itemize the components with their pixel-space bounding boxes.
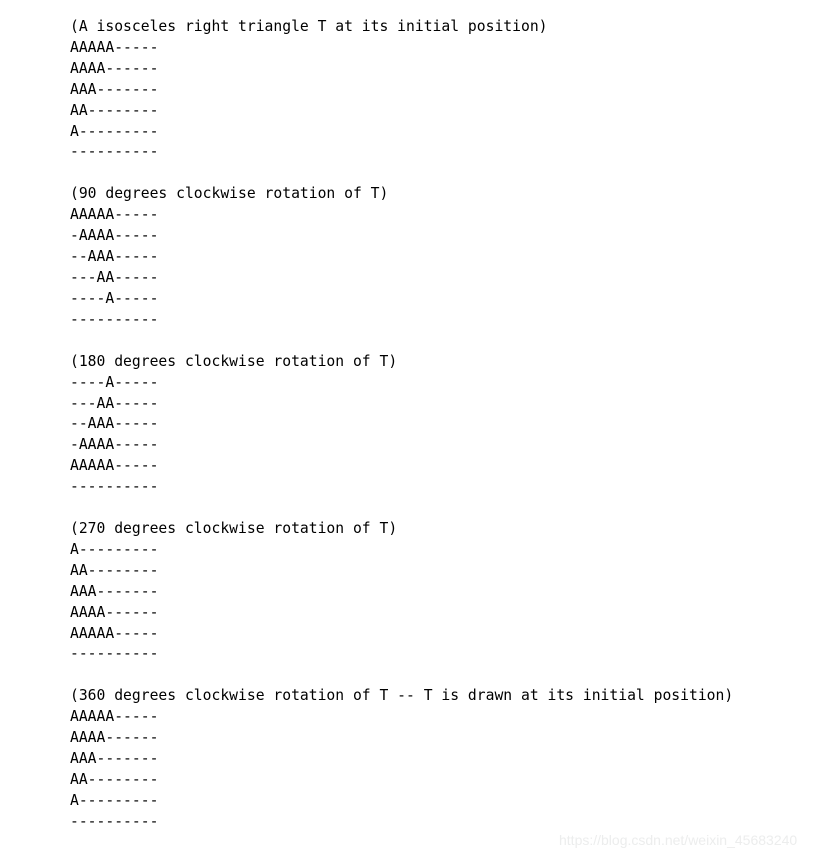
console-output: (A isosceles right triangle T at its ini… xyxy=(70,17,810,833)
ascii-grid-initial: AAAAA----- AAAA------ AAA------- AA--------… xyxy=(70,38,810,163)
grid-row: AAA------- xyxy=(70,582,159,600)
grid-row: AAA------- xyxy=(70,750,159,768)
grid-row: ---AA----- xyxy=(70,394,159,412)
ascii-block-rotate-180: (180 degrees clockwise rotation of T) ---… xyxy=(70,352,810,498)
grid-row: AAAAA----- xyxy=(70,708,159,726)
watermark: https://blog.csdn.net/weixin_45683240 xyxy=(559,832,798,848)
grid-row: AAAA------ xyxy=(70,59,159,77)
ascii-grid-rotate-90: AAAAA----- -AAAA----- --AAA----- ---AA-----… xyxy=(70,205,810,330)
ascii-block-rotate-270: (270 degrees clockwise rotation of T) A--… xyxy=(70,519,810,665)
block-caption-initial: (A isosceles right triangle T at its ini… xyxy=(70,18,548,35)
grid-row: AA-------- xyxy=(70,561,159,579)
grid-row: --AAA----- xyxy=(70,248,159,266)
block-caption-rotate-90: (90 degrees clockwise rotation of T) xyxy=(70,185,389,203)
block-caption-rotate-180: (180 degrees clockwise rotation of T) xyxy=(70,352,398,370)
grid-row: ----A----- xyxy=(70,373,159,391)
block-caption-rotate-270: (270 degrees clockwise rotation of T) xyxy=(70,520,398,538)
ascii-grid-rotate-180: ----A----- ---AA----- --AAA----- -AAAA-----… xyxy=(70,373,810,498)
grid-row: AAAAA----- xyxy=(70,206,159,224)
grid-row: AAAA------ xyxy=(70,603,159,621)
grid-row: A--------- xyxy=(70,540,159,558)
ascii-grid-rotate-270: A--------- AA-------- AAA------- AAAA------… xyxy=(70,540,810,665)
grid-row: A--------- xyxy=(70,791,159,809)
ascii-grid-rotate-360: AAAAA----- AAAA------ AAA------- AA--------… xyxy=(70,707,810,832)
grid-row: -AAAA----- xyxy=(70,436,159,454)
grid-row: ---AA----- xyxy=(70,268,159,286)
ascii-block-rotate-90: (90 degrees clockwise rotation of T) AAAA… xyxy=(70,184,810,330)
grid-row: AAA------- xyxy=(70,80,159,98)
grid-row: AAAAA----- xyxy=(70,38,159,56)
ascii-block-initial: (A isosceles right triangle T at its ini… xyxy=(70,17,810,163)
grid-row: AAAA------ xyxy=(70,729,159,747)
grid-row: AAAAA----- xyxy=(70,457,159,475)
grid-row: -AAAA----- xyxy=(70,227,159,245)
ascii-block-rotate-360: (360 degrees clockwise rotation of T -- … xyxy=(70,686,810,832)
grid-row: AAAAA----- xyxy=(70,624,159,642)
grid-row: AA-------- xyxy=(70,771,159,788)
grid-row: ---------- xyxy=(70,143,159,161)
grid-row: --AAA----- xyxy=(70,415,159,433)
grid-row: ---------- xyxy=(70,478,159,496)
block-caption-rotate-360: (360 degrees clockwise rotation of T -- … xyxy=(70,687,734,705)
grid-row: AA-------- xyxy=(70,101,159,119)
grid-row: ---------- xyxy=(70,310,159,328)
grid-row: A--------- xyxy=(70,122,159,140)
grid-row: ---------- xyxy=(70,812,159,830)
grid-row: ----A----- xyxy=(70,289,159,307)
grid-row: ---------- xyxy=(70,645,159,663)
